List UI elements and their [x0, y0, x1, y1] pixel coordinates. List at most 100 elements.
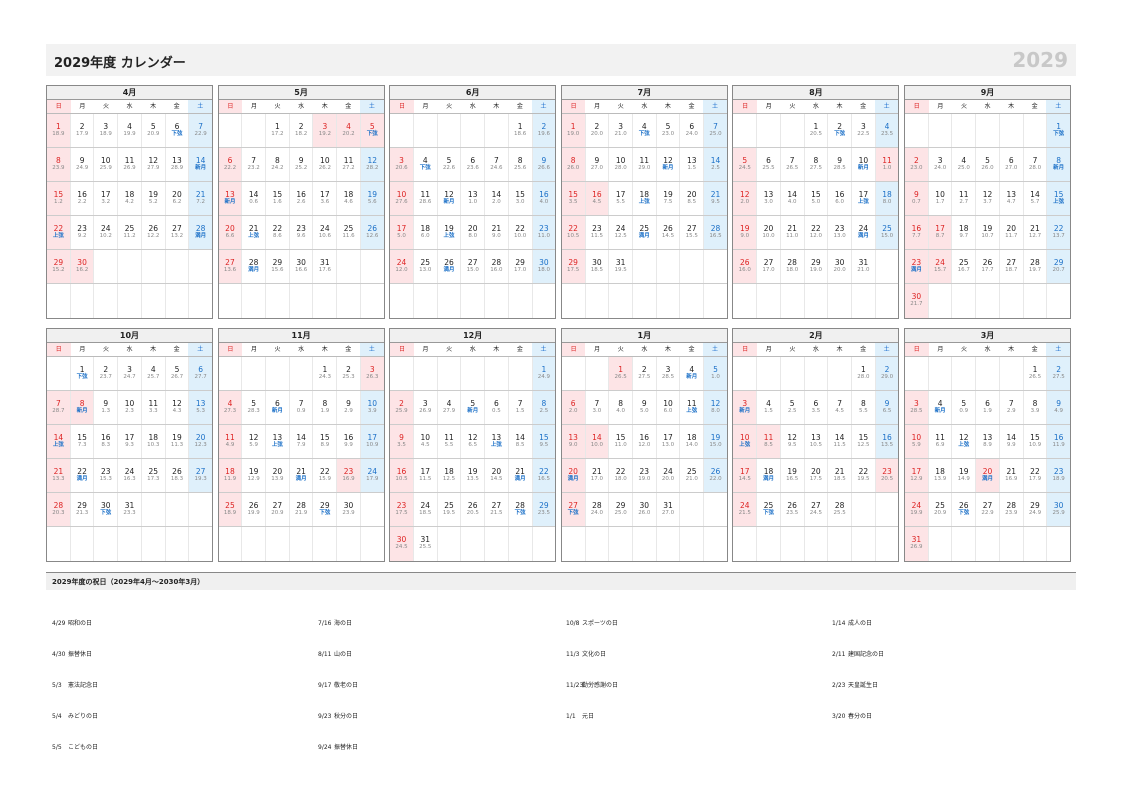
day-cell: [680, 284, 705, 318]
week-row: 31 26.9: [905, 527, 1070, 561]
day-number: 1: [79, 365, 85, 374]
day-number: 3: [913, 399, 919, 408]
moon-phase: 新月: [739, 408, 751, 414]
day-cell: 14 2.5: [704, 148, 727, 181]
weekday-header: 日月火水木金土: [390, 100, 556, 114]
day-cell: [704, 493, 727, 526]
day-cell: [509, 527, 533, 561]
day-cell: 7 3.0: [586, 391, 610, 424]
moon-phase: 下弦: [834, 131, 846, 137]
day-number: 30: [296, 258, 306, 267]
day-cell: 25 11.2: [118, 216, 142, 249]
moon-age: 25.9: [99, 165, 112, 171]
day-cell: 31 26.9: [905, 527, 929, 561]
day-cell: 8 25.6: [509, 148, 533, 181]
day-number: 10: [911, 433, 922, 442]
moon-age: 27.6: [395, 199, 408, 205]
day-number: 12: [739, 190, 750, 199]
day-cell: [361, 284, 384, 318]
weekday-label: 火: [102, 103, 109, 110]
day-number: 23: [592, 224, 602, 233]
day-cell: 14 2.0: [485, 182, 509, 215]
day-cell: [461, 527, 486, 561]
holiday-date: 9/23: [318, 713, 332, 720]
weekday-header: 日月火水木金土: [390, 343, 556, 357]
day-number: 6: [227, 156, 233, 165]
day-cell: [509, 357, 533, 390]
day-number: 5: [789, 399, 795, 408]
day-number: 19: [172, 433, 182, 442]
day-cell: 30 20.0: [828, 250, 852, 283]
day-cell: 2 25.9: [390, 391, 414, 424]
day-cell: 25 11.6: [337, 216, 361, 249]
week-row: 11 4.9 12 5.9 13 上弦 14 7.9 15 8.9 16 9.9 17 10.9: [218, 425, 384, 459]
day-cell: 124.3: [166, 391, 190, 424]
day-number: 25: [882, 224, 892, 233]
day-number: 6: [275, 399, 280, 408]
day-cell: 21 満月: [290, 459, 314, 492]
moon-age: 11.6: [342, 233, 355, 239]
moon-age: 15.0: [466, 267, 479, 273]
day-number: 18: [343, 190, 354, 199]
day-cell: 13 8.9: [976, 425, 1000, 458]
week-row: 1 24.3 2 25.3 3 26.3: [218, 357, 384, 391]
moon-age: 11.5: [590, 233, 603, 239]
moon-phase: 新月: [934, 408, 946, 414]
day-number: 1: [860, 365, 866, 374]
week-row: 27 13.6 28 満月 29 15.6 30 16.6 31 17.6: [218, 250, 384, 284]
day-cell: [118, 284, 142, 318]
day-cell: [680, 250, 705, 283]
day-cell: [781, 114, 805, 147]
day-cell: 8 27.5: [805, 148, 829, 181]
day-cell: 14 0.6: [242, 182, 267, 215]
month-title: 3月: [905, 329, 1070, 343]
day-number: 17: [858, 190, 869, 199]
day-number: 8: [79, 399, 85, 408]
day-number: 23: [639, 467, 650, 476]
holiday-name: 春分の日: [848, 713, 873, 720]
day-cell: 9 6.5: [875, 391, 899, 424]
day-cell: 27 20.9: [266, 493, 290, 526]
day-number: 21: [195, 190, 206, 199]
day-number: 7: [594, 399, 600, 408]
day-cell: [876, 284, 899, 318]
day-cell: [828, 284, 852, 318]
moon-phase: 新月: [76, 408, 88, 414]
moon-age: 5.9: [249, 442, 259, 448]
day-number: 12: [367, 156, 378, 165]
day-cell: 21 満月: [509, 459, 533, 492]
day-cell: [47, 527, 71, 561]
moon-phase: 上弦: [739, 442, 751, 448]
weekday-label: 月: [937, 103, 944, 110]
day-cell: [361, 527, 384, 561]
day-cell: 25 21.0: [680, 459, 705, 492]
day-cell: [219, 284, 243, 318]
month-title: 2月: [733, 329, 899, 343]
holiday-date: 11/23: [566, 682, 584, 689]
weekday-label: 土: [1046, 100, 1071, 113]
day-number: 2: [298, 122, 304, 131]
week-row: [47, 527, 212, 561]
day-cell: 16 2.6: [290, 182, 314, 215]
week-row: 30 24.5 31 25.5: [390, 527, 555, 561]
day-cell: 2 27.5: [1047, 357, 1071, 390]
moon-age: 21.0: [614, 131, 627, 137]
moon-phase: 満月: [443, 267, 455, 273]
day-cell: [905, 114, 929, 147]
holiday-date: 2/23: [832, 682, 846, 689]
week-row: 17 5.0 18 6.0 19 上弦 20 8.0 21 9.0 22 10.0 23 11.0: [390, 216, 556, 250]
holiday-item: 4/30 振替休日: [52, 651, 92, 659]
weekday-label: 金: [688, 103, 695, 110]
day-number: 15: [615, 433, 626, 442]
day-number: 17: [935, 224, 945, 233]
day-number: 5: [665, 122, 671, 131]
moon-age: 20.9: [933, 510, 947, 516]
day-cell: [633, 527, 657, 561]
day-number: 28: [491, 258, 502, 267]
holiday-date: 3/20: [832, 713, 846, 720]
day-cell: 15 7.3: [71, 425, 95, 458]
moon-age: 20.0: [661, 476, 675, 482]
moon-phase: 満月: [638, 233, 650, 239]
day-cell: 28 16.5: [704, 216, 727, 249]
moon-phase: 上弦: [271, 442, 283, 448]
